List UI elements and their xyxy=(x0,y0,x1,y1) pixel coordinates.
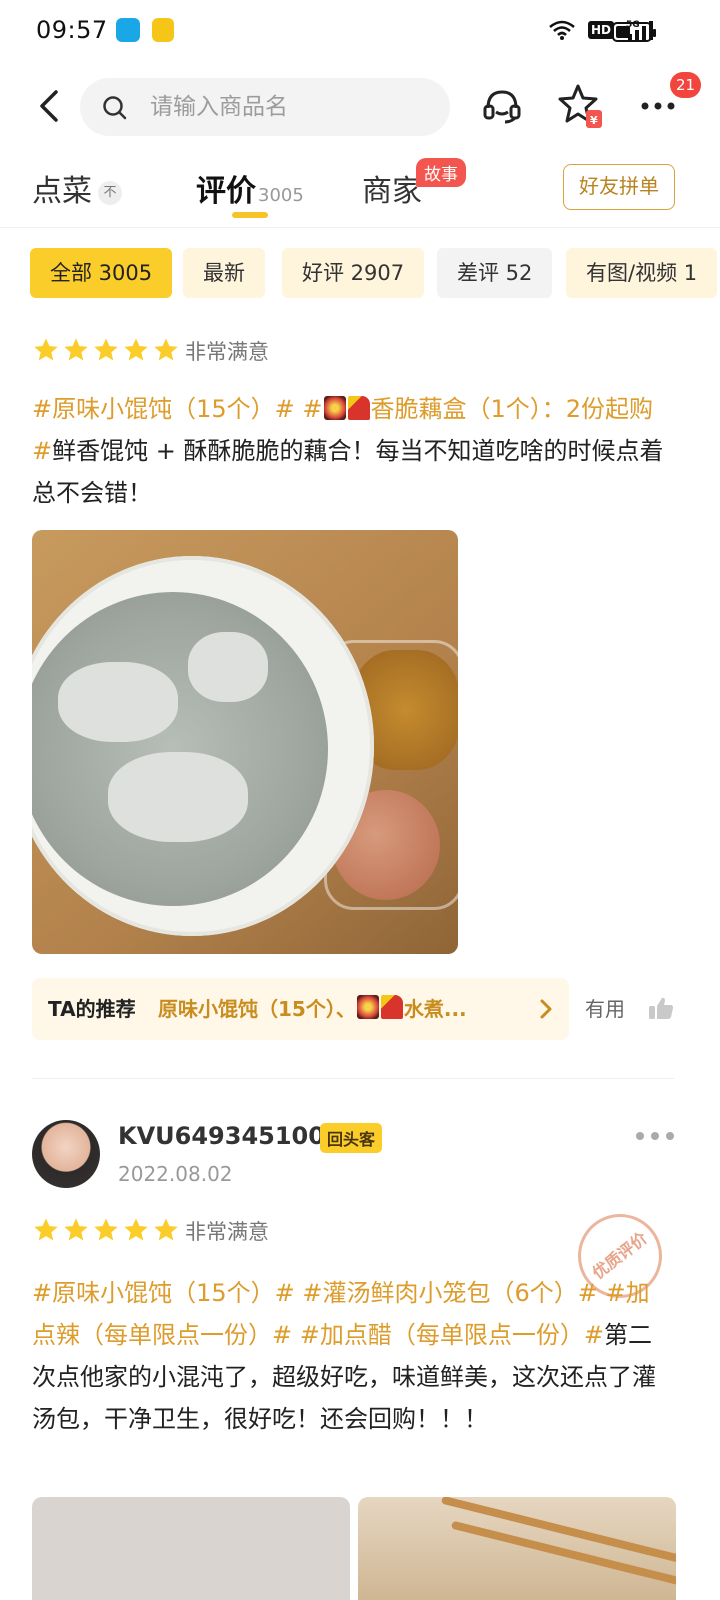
firework-icon xyxy=(356,995,379,1019)
more-dots-icon[interactable] xyxy=(634,1130,676,1142)
firework-icon xyxy=(323,396,346,420)
back-button[interactable] xyxy=(34,86,66,126)
photo-wonton xyxy=(108,752,248,842)
review1-rating xyxy=(32,336,180,364)
review2-photo[interactable] xyxy=(358,1497,676,1600)
star-icon xyxy=(94,1218,118,1241)
tab-bar: 点菜不 评价 3005 商家 故事 好友拼单 xyxy=(0,150,720,228)
recommend-bar[interactable]: TA的推荐 原味小馄饨（15个）、 水煮... xyxy=(32,978,569,1040)
chevron-right-icon xyxy=(540,999,552,1019)
thumbs-up-icon[interactable] xyxy=(648,996,674,1020)
avatar[interactable] xyxy=(32,1120,100,1188)
review1-body: 鲜香馄饨 + 酥酥脆脆的藕合！每当不知道吃啥的时候点着总不会错！ xyxy=(32,437,664,507)
firecracker-icon xyxy=(347,396,370,420)
filter-negative[interactable]: 差评 52 xyxy=(437,248,553,298)
filter-latest[interactable]: 最新 xyxy=(183,248,265,298)
recommend-label: TA的推荐 xyxy=(48,997,136,1021)
tab-reviews[interactable]: 评价 3005 xyxy=(196,166,304,210)
star-icon xyxy=(154,338,178,361)
review2-photo[interactable] xyxy=(32,1497,350,1600)
tab-reviews-count: 3005 xyxy=(258,185,304,206)
review1-satisfaction: 非常满意 xyxy=(185,340,269,364)
review2-username[interactable]: KVU649345100 xyxy=(118,1122,325,1150)
tab-merchant[interactable]: 商家 xyxy=(362,166,422,210)
tab-reviews-label: 评价 xyxy=(196,174,256,209)
review-divider xyxy=(32,1078,674,1079)
tab-merchant-label: 商家 xyxy=(362,174,422,209)
star-icon xyxy=(154,1218,178,1241)
review1-text: #原味小馄饨（15个）# # 香脆藕盒（1个）：2份起购#鲜香馄饨 + 酥酥脆脆的… xyxy=(32,388,672,514)
star-icon xyxy=(124,1218,148,1241)
filter-positive[interactable]: 好评 2907 xyxy=(282,248,425,298)
review2-rating xyxy=(32,1216,180,1244)
repeat-customer-badge: 回头客 xyxy=(320,1123,383,1153)
more-dots-icon xyxy=(641,102,675,110)
search-icon xyxy=(103,96,127,120)
svg-text:¥: ¥ xyxy=(590,114,598,127)
status-bar: 09:57 HD 5G xyxy=(0,0,720,64)
review-filter-bar: 全部 3005 最新 好评 2907 差评 52 有图/视频 1 xyxy=(0,248,720,300)
recommend-text-b: 水煮... xyxy=(403,997,467,1021)
search-bar[interactable] xyxy=(80,78,450,136)
tab-dishes[interactable]: 点菜不 xyxy=(32,166,122,210)
status-time: 09:57 xyxy=(36,16,108,44)
review1-tag-prefix: # xyxy=(294,395,323,423)
collapse-icon: 不 xyxy=(98,180,122,205)
notification-app-icon xyxy=(152,18,174,42)
star-icon xyxy=(34,1218,58,1241)
review1-photo[interactable] xyxy=(32,530,458,954)
review2-satisfaction: 非常满意 xyxy=(185,1220,269,1244)
group-order-button[interactable]: 好友拼单 xyxy=(563,164,675,210)
hd-icon: HD xyxy=(587,21,614,39)
review1-tag[interactable]: #原味小馄饨（15个）# xyxy=(32,395,295,423)
useful-button[interactable]: 有用 xyxy=(585,978,625,1040)
review2-date: 2022.08.02 xyxy=(118,1162,233,1186)
star-icon xyxy=(124,338,148,361)
customer-service-button[interactable] xyxy=(478,82,526,130)
star-icon xyxy=(94,338,118,361)
photo-bowl xyxy=(32,556,374,936)
filter-with-media[interactable]: 有图/视频 1 xyxy=(566,248,718,298)
recommend-text: 原味小馄饨（15个）、 水煮... xyxy=(158,978,518,1040)
recommend-text-a: 原味小馄饨（15个）、 xyxy=(158,997,356,1021)
star-icon xyxy=(64,1218,88,1241)
filter-all[interactable]: 全部 3005 xyxy=(30,248,173,298)
photo-wonton xyxy=(58,662,178,742)
photo-wonton xyxy=(188,632,268,702)
active-tab-indicator xyxy=(232,212,268,218)
photo-soup xyxy=(32,592,328,906)
star-coupon-icon: ¥ xyxy=(558,84,602,128)
review2-text: #原味小馄饨（15个）# #灌汤鲜肉小笼包（6个）# #加点辣（每单限点一份）#… xyxy=(32,1272,672,1440)
favorite-button[interactable]: ¥ xyxy=(556,82,604,130)
notification-badge: 21 xyxy=(670,72,702,98)
story-tag: 故事 xyxy=(416,158,466,187)
browser-app-icon xyxy=(116,18,140,42)
firecracker-icon xyxy=(380,995,403,1019)
star-icon xyxy=(34,338,58,361)
battery-icon xyxy=(612,22,656,42)
chevron-left-icon xyxy=(40,90,58,122)
tab-dishes-label: 点菜 xyxy=(32,174,92,209)
top-bar: ¥ 21 xyxy=(0,72,720,144)
star-icon xyxy=(64,338,88,361)
headset-icon xyxy=(483,90,521,124)
wifi-icon xyxy=(549,20,575,40)
review2-tags[interactable]: #原味小馄饨（15个）# #灌汤鲜肉小笼包（6个）# #加点辣（每单限点一份）#… xyxy=(32,1279,650,1349)
search-input[interactable] xyxy=(150,78,440,136)
